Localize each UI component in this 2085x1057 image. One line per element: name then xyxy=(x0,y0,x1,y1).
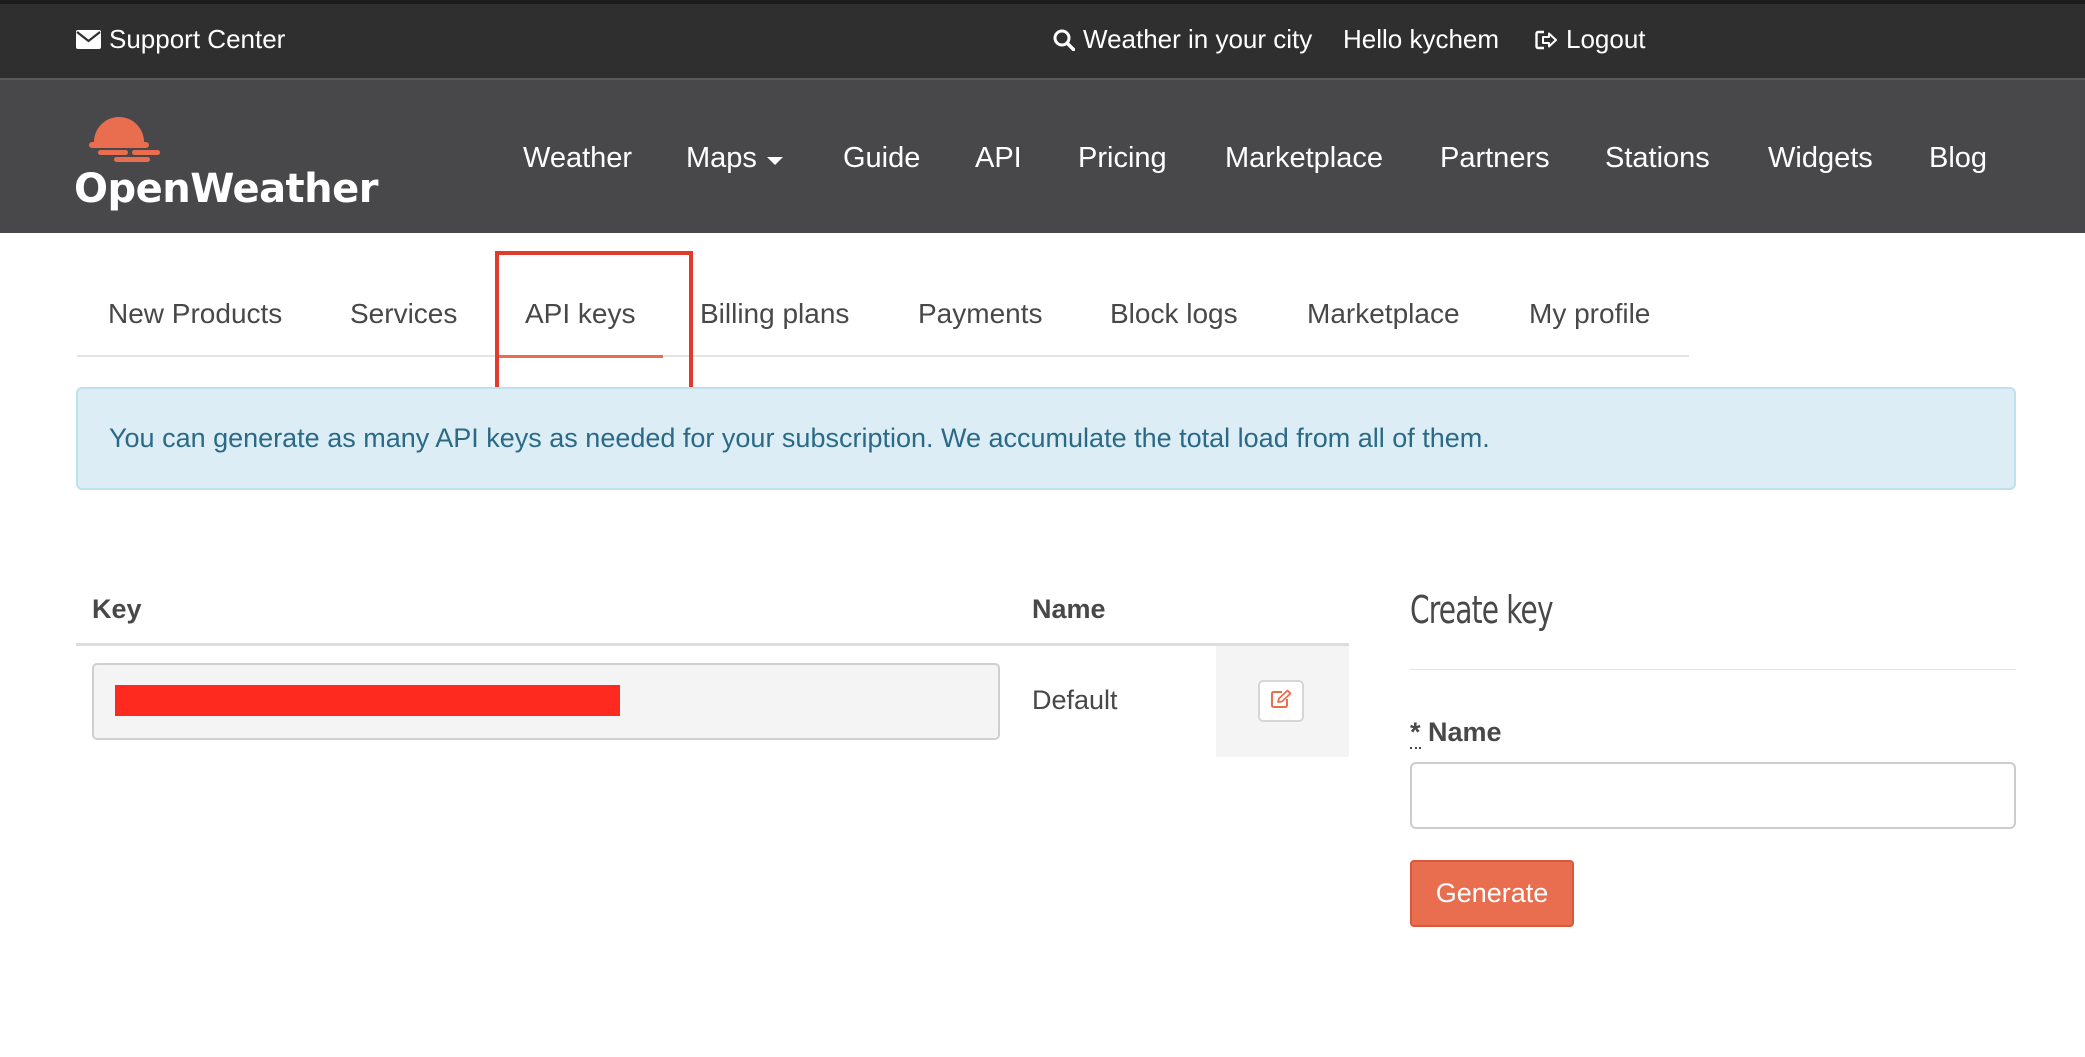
tab-block-logs[interactable]: Block logs xyxy=(1110,298,1238,330)
top-bar: Support Center Weather in your city Hell… xyxy=(0,0,2085,80)
main-navigation: OpenWeather Weather Maps Guide API Prici… xyxy=(0,80,2085,233)
tab-my-profile[interactable]: My profile xyxy=(1529,298,1650,330)
account-tabs: New Products Services API keys Billing p… xyxy=(77,250,1689,357)
name-field-label-text: Name xyxy=(1428,717,1502,747)
column-header-key: Key xyxy=(92,594,142,624)
nav-partners[interactable]: Partners xyxy=(1440,142,1550,175)
tab-new-products[interactable]: New Products xyxy=(108,298,282,330)
info-alert: You can generate as many API keys as nee… xyxy=(76,387,2016,490)
search-icon xyxy=(1053,29,1075,51)
table-row-actions xyxy=(1216,646,1349,757)
annotation-highlight-box xyxy=(495,251,693,401)
key-name-input[interactable] xyxy=(1410,762,2016,829)
create-key-heading: Create key xyxy=(1410,588,1554,632)
support-center-label: Support Center xyxy=(109,24,286,54)
nav-weather[interactable]: Weather xyxy=(523,142,632,175)
edit-icon xyxy=(1270,689,1292,714)
required-marker: * xyxy=(1410,717,1421,749)
tab-services[interactable]: Services xyxy=(350,298,457,330)
create-key-divider xyxy=(1410,669,2016,670)
weather-search-link[interactable]: Weather in your city xyxy=(1053,24,1312,55)
logo-wordmark[interactable]: OpenWeather xyxy=(74,166,379,212)
redacted-key-value xyxy=(115,685,620,716)
generate-button[interactable]: Generate xyxy=(1410,860,1574,927)
key-name-cell: Default xyxy=(1032,685,1118,715)
edit-key-button[interactable] xyxy=(1258,680,1304,722)
logout-label: Logout xyxy=(1566,24,1646,54)
name-field-label: * Name xyxy=(1410,717,1502,749)
nav-maps[interactable]: Maps xyxy=(686,142,783,175)
api-key-field[interactable] xyxy=(92,663,1000,740)
nav-marketplace[interactable]: Marketplace xyxy=(1225,142,1383,175)
tab-payments[interactable]: Payments xyxy=(918,298,1043,330)
column-header-name: Name xyxy=(1032,594,1106,624)
nav-widgets[interactable]: Widgets xyxy=(1768,142,1873,175)
tab-billing-plans[interactable]: Billing plans xyxy=(700,298,849,330)
user-greeting-label: Hello kychem xyxy=(1343,24,1500,54)
nav-maps-label: Maps xyxy=(686,142,757,174)
weather-search-label: Weather in your city xyxy=(1083,24,1313,54)
envelope-icon xyxy=(76,30,101,49)
tabs-divider xyxy=(77,355,1689,357)
tab-marketplace[interactable]: Marketplace xyxy=(1307,298,1460,330)
nav-pricing[interactable]: Pricing xyxy=(1078,142,1167,175)
info-alert-text: You can generate as many API keys as nee… xyxy=(109,423,1490,453)
logout-link[interactable]: Logout xyxy=(1535,24,1646,55)
support-center-link[interactable]: Support Center xyxy=(76,24,285,55)
nav-api[interactable]: API xyxy=(975,142,1022,175)
user-greeting[interactable]: Hello kychem xyxy=(1343,24,1499,55)
nav-blog[interactable]: Blog xyxy=(1929,142,1987,175)
nav-stations[interactable]: Stations xyxy=(1605,142,1710,175)
sign-out-icon xyxy=(1535,30,1558,50)
caret-down-icon xyxy=(766,156,783,165)
nav-guide[interactable]: Guide xyxy=(843,142,920,175)
table-header-divider xyxy=(76,643,1349,646)
